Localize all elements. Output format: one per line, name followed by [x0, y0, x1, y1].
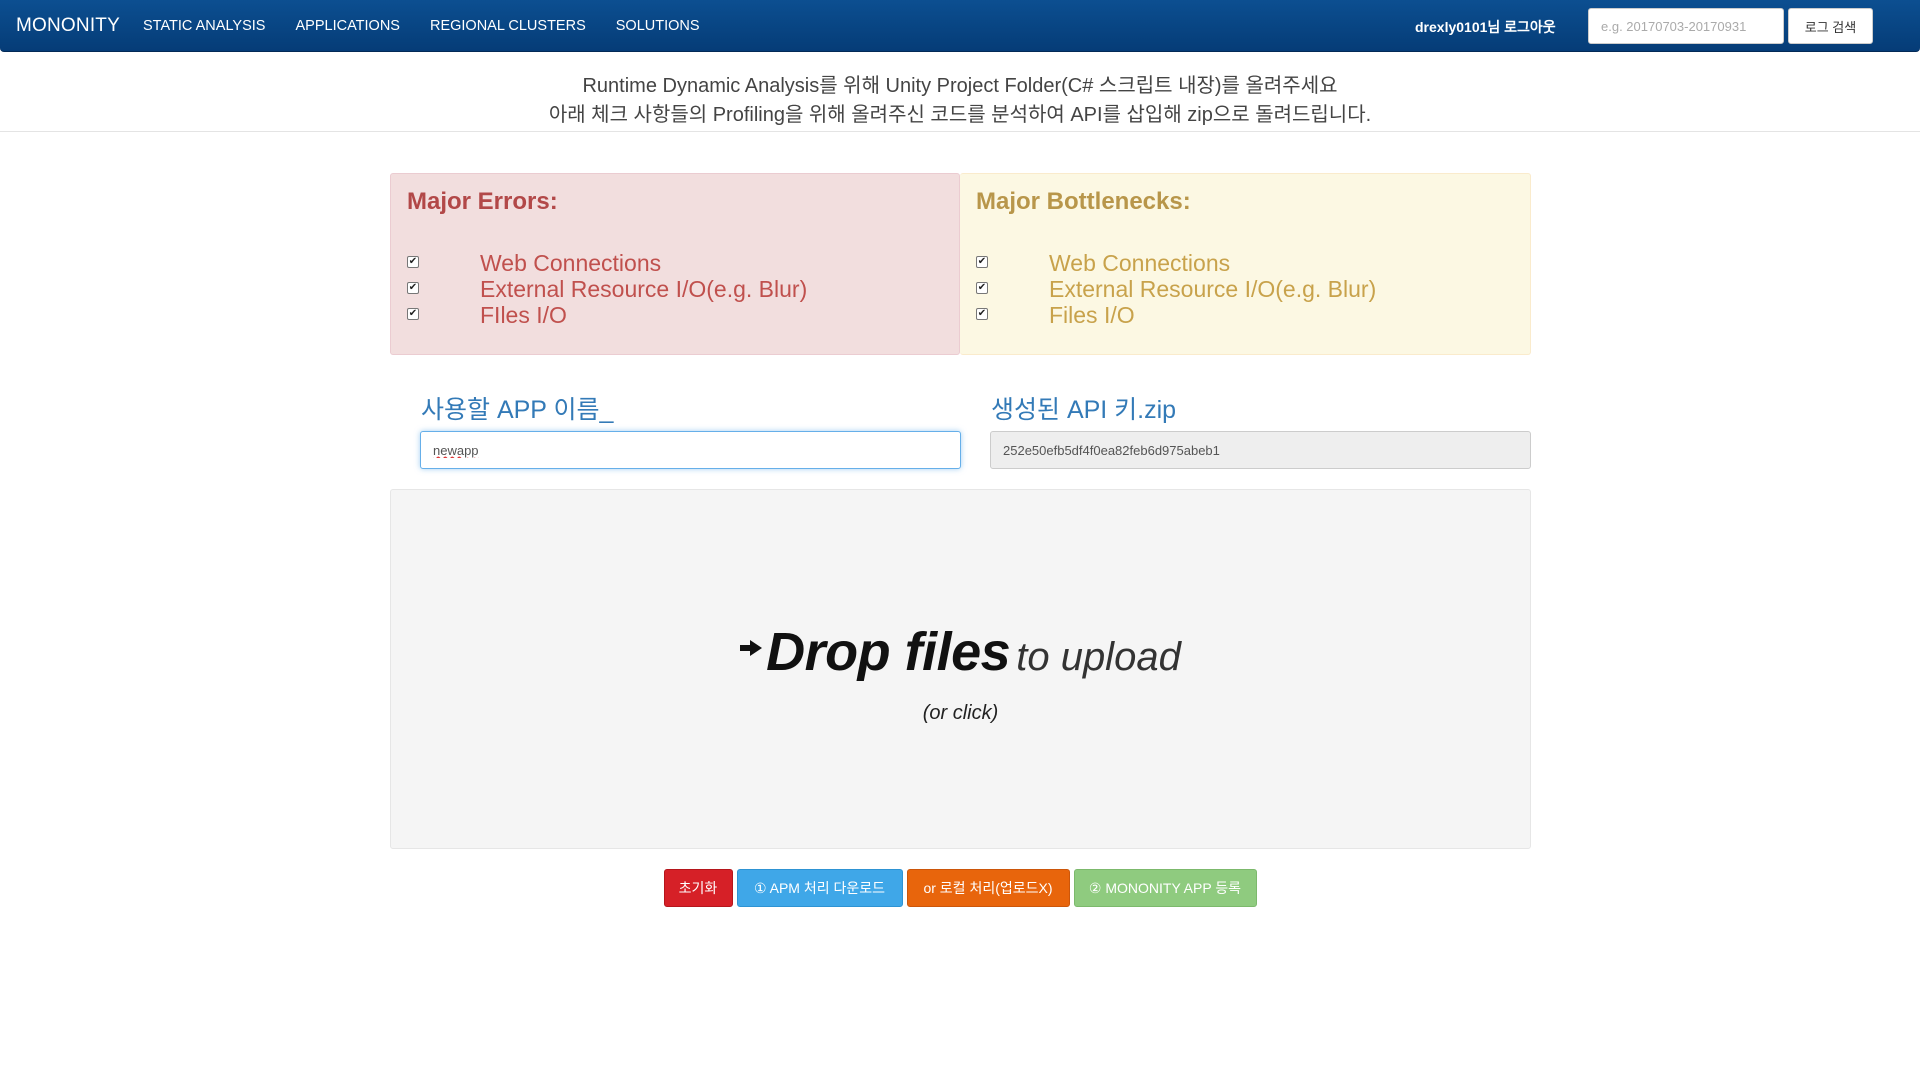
bottleneck-checkbox-files-io[interactable]: ✔	[976, 308, 988, 320]
log-search-input[interactable]	[1588, 8, 1784, 44]
app-name-label: 사용할 APP 이름_	[421, 396, 614, 424]
dropzone-light-text: to upload	[1016, 635, 1181, 679]
bottleneck-checkbox-web-connections[interactable]: ✔	[976, 256, 988, 268]
intro-line-2: 아래 체크 사항들의 Profiling을 위해 올려주신 코드를 분석하여 A…	[548, 104, 1372, 126]
page-intro: Runtime Dynamic Analysis를 위해 Unity Proje…	[0, 72, 1920, 130]
user-logout-link[interactable]: drexly0101님 로그아웃	[1415, 17, 1556, 37]
nav-link-regional-clusters[interactable]: REGIONAL CLUSTERS	[430, 18, 586, 34]
action-buttons: 초기화 ① APM 처리 다운로드 or 로컬 처리(업로드X) ② MONON…	[0, 869, 1920, 907]
dropzone-subtext: (or click)	[922, 702, 999, 724]
error-label-files-io: FIles I/O	[480, 302, 567, 328]
register-app-button[interactable]: ② MONONITY APP 등록	[1073, 869, 1257, 907]
major-bottlenecks-title: Major Bottlenecks:	[976, 188, 1191, 215]
api-key-field[interactable]	[990, 431, 1531, 469]
log-search-button[interactable]: 로그 검색	[1788, 8, 1873, 44]
major-bottlenecks-panel: Major Bottlenecks: ✔ Web Connections ✔ E…	[960, 173, 1531, 355]
top-navbar: MONONITY STATIC ANALYSIS APPLICATIONS RE…	[0, 0, 1920, 52]
bottleneck-checkbox-external-resource[interactable]: ✔	[976, 282, 988, 294]
bottleneck-label-files-io: Files I/O	[1049, 302, 1135, 328]
intro-line-1: Runtime Dynamic Analysis를 위해 Unity Proje…	[582, 75, 1338, 97]
local-process-button[interactable]: or 로컬 처리(업로드X)	[906, 869, 1070, 907]
header-divider	[0, 131, 1920, 132]
error-label-web-connections: Web Connections	[480, 250, 662, 276]
error-checkbox-web-connections[interactable]: ✔	[407, 256, 419, 268]
dropzone-headline: Drop files to upload	[391, 621, 1530, 683]
apm-download-button[interactable]: ① APM 처리 다운로드	[736, 869, 903, 907]
bottleneck-label-external-resource: External Resource I/O(e.g. Blur)	[1049, 276, 1377, 302]
nav-link-static-analysis[interactable]: STATIC ANALYSIS	[143, 18, 265, 34]
major-errors-title: Major Errors:	[407, 188, 558, 215]
error-checkbox-files-io[interactable]: ✔	[407, 308, 419, 320]
file-dropzone[interactable]: Drop files to upload (or click)	[390, 489, 1531, 849]
nav-links: STATIC ANALYSIS APPLICATIONS REGIONAL CL…	[143, 18, 730, 34]
brand-logo[interactable]: MONONITY	[16, 15, 120, 37]
app-name-input[interactable]	[420, 431, 961, 469]
nav-link-solutions[interactable]: SOLUTIONS	[616, 18, 700, 34]
api-key-label: 생성된 API 키.zip	[991, 396, 1177, 424]
arrow-right-icon	[740, 640, 763, 656]
major-errors-panel: Major Errors: ✔ Web Connections ✔ Extern…	[390, 173, 960, 355]
nav-link-applications[interactable]: APPLICATIONS	[295, 18, 399, 34]
bottleneck-label-web-connections: Web Connections	[1049, 250, 1231, 276]
dropzone-bold-text: Drop files	[766, 622, 1011, 682]
error-checkbox-external-resource[interactable]: ✔	[407, 282, 419, 294]
error-label-external-resource: External Resource I/O(e.g. Blur)	[480, 276, 808, 302]
reset-button[interactable]: 초기화	[663, 869, 733, 907]
